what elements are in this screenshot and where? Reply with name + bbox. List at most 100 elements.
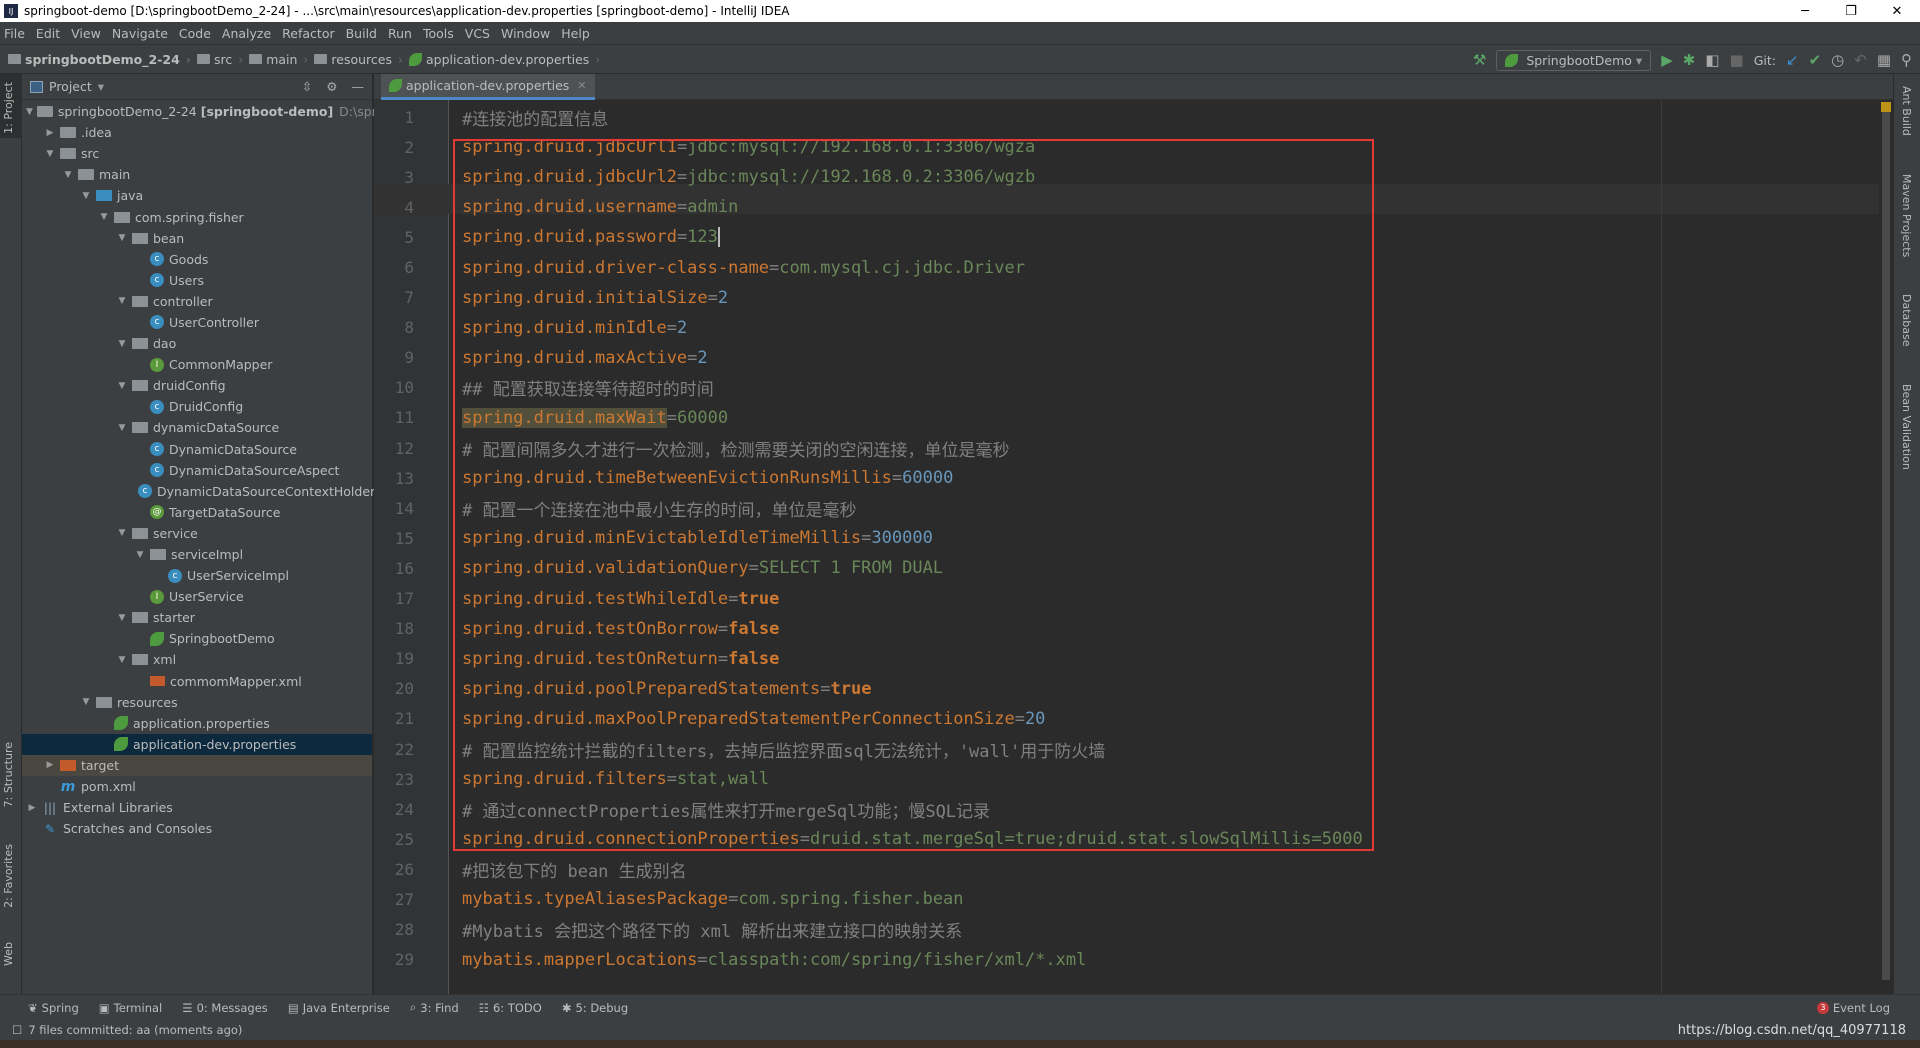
tree-item[interactable]: c Goods [22,249,372,270]
breadcrumb-main[interactable]: main › [249,52,308,67]
menu-navigate[interactable]: Navigate [112,26,168,41]
tree-item[interactable]: ▶ ||| External Libraries [22,797,372,818]
tree-item[interactable]: ✎ Scratches and Consoles [22,818,372,839]
build-hammer-icon[interactable]: ⚒ [1473,52,1486,68]
expand-arrow-icon[interactable]: ▼ [44,149,56,159]
maximize-button[interactable]: ❐ [1828,4,1874,19]
status-message[interactable]: 7 files committed: aa (moments ago) [28,1023,242,1037]
tree-item[interactable]: I CommonMapper [22,354,372,375]
tree-item[interactable]: ▼ com.spring.fisher [22,206,372,227]
code-line[interactable]: 5 spring.druid.password=123 [374,222,1893,252]
tree-item[interactable]: ▼ xml [22,649,372,670]
expand-arrow-icon[interactable]: ▼ [116,613,128,623]
tree-item[interactable]: commomMapper.xml [22,671,372,692]
close-button[interactable]: ✕ [1874,4,1920,19]
code-line[interactable]: 24 # 通过connectProperties属性来打开mergeSql功能；慢… [374,794,1893,824]
tree-item[interactable]: ▼ druidConfig [22,375,372,396]
tool--todo[interactable]: ☷ 6: TODO [479,1001,542,1015]
event-log-button[interactable]: 3 Event Log [1816,1001,1890,1015]
hide-icon[interactable]: — [352,79,365,94]
code-line[interactable]: 28 #Mybatis 会把这个路径下的 xml 解析出来建立接口的映射关系 [374,915,1893,945]
code-line[interactable]: 8 spring.druid.minIdle=2 [374,313,1893,343]
git-update-icon[interactable]: ↙ [1786,52,1799,68]
git-commit-icon[interactable]: ✔ [1809,52,1822,68]
expand-arrow-icon[interactable]: ▼ [116,655,128,665]
code-line[interactable]: 13 spring.druid.timeBetweenEvictionRunsMi… [374,463,1893,493]
tree-item[interactable]: c DynamicDataSource [22,439,372,460]
gear-icon[interactable]: ⚙ [326,79,337,94]
tree-item[interactable]: c UserServiceImpl [22,565,372,586]
menu-edit[interactable]: Edit [36,26,60,41]
chevron-down-icon[interactable]: ▾ [98,79,104,94]
expand-arrow-icon[interactable]: ▼ [62,170,74,180]
project-view-select[interactable]: Project [49,79,92,94]
breadcrumb-src[interactable]: src › [196,52,243,67]
expand-arrow-icon[interactable]: ▼ [26,107,33,117]
tab-application-dev-properties[interactable]: application-dev.properties ✕ [381,74,595,100]
tree-item[interactable]: m pom.xml [22,776,372,797]
expand-arrow-icon[interactable]: ▼ [116,233,128,243]
code-line[interactable]: 2 spring.druid.jdbcUrl1=jdbc:mysql://192.… [374,132,1893,162]
debug-icon[interactable]: ✱ [1683,52,1696,68]
tree-item[interactable]: ▼ controller [22,291,372,312]
tree-item[interactable]: ▼ serviceImpl [22,544,372,565]
warning-indicator-icon[interactable] [1881,102,1891,112]
code-line[interactable]: 18 spring.druid.testOnBorrow=false [374,614,1893,644]
tree-item[interactable]: c Users [22,270,372,291]
tool--debug[interactable]: ✱ 5: Debug [562,1001,628,1015]
code-line[interactable]: 19 spring.druid.testOnReturn=false [374,644,1893,674]
tree-item[interactable]: ▼ resources [22,692,372,713]
breadcrumb-file[interactable]: application-dev.properties › [409,52,600,67]
code-line[interactable]: 26 #把该包下的 bean 生成别名 [374,854,1893,884]
expand-arrow-icon[interactable]: ▶ [44,128,56,138]
expand-arrow-icon[interactable]: ▼ [116,423,128,433]
stop-icon[interactable]: ■ [1730,52,1744,68]
run-configuration-select[interactable]: SpringbootDemo ▾ [1496,49,1652,71]
expand-arrow-icon[interactable]: ▶ [26,803,38,813]
expand-arrow-icon[interactable]: ▶ [44,760,56,770]
web-tool-tab[interactable]: Web [2,942,15,966]
menu-analyze[interactable]: Analyze [222,26,271,41]
structure-tool-tab[interactable]: 7: Structure [2,742,15,807]
menu-code[interactable]: Code [179,26,211,41]
tool-spring[interactable]: ❦ Spring [28,1001,79,1015]
code-line[interactable]: 16 spring.druid.validationQuery=SELECT 1 … [374,553,1893,583]
expand-arrow-icon[interactable]: ▼ [116,528,128,538]
code-line[interactable]: 29 mybatis.mapperLocations=classpath:com/… [374,945,1893,975]
menu-window[interactable]: Window [501,26,550,41]
code-line[interactable]: 22 # 配置监控统计拦截的filters，去掉后监控界面sql无法统计，'wal… [374,734,1893,764]
tool-terminal[interactable]: ▣ Terminal [99,1001,162,1015]
maven-projects-tool-tab[interactable]: Maven Projects [1900,174,1913,257]
menu-run[interactable]: Run [388,26,412,41]
tree-item[interactable]: ▼ service [22,523,372,544]
project-structure-icon[interactable]: ▦ [1877,52,1891,68]
search-icon[interactable]: ⚲ [1901,52,1912,68]
code-line[interactable]: 1 #连接池的配置信息 [374,102,1893,132]
tree-item[interactable]: ▼ dao [22,333,372,354]
expand-arrow-icon[interactable]: ▼ [116,296,128,306]
menu-help[interactable]: Help [561,26,590,41]
code-line[interactable]: 7 spring.druid.initialSize=2 [374,283,1893,313]
expand-arrow-icon[interactable]: ▼ [80,697,92,707]
tree-item[interactable]: ▼ starter [22,607,372,628]
code-line[interactable]: 10 ## 配置获取连接等待超时的时间 [374,373,1893,403]
expand-arrow-icon[interactable]: ▼ [80,191,92,201]
tree-item[interactable]: application-dev.properties [22,733,372,755]
editor-scrollbar[interactable] [1879,100,1893,994]
code-line[interactable]: 3 spring.druid.jdbcUrl2=jdbc:mysql://192.… [374,162,1893,192]
tree-item[interactable]: ▼ main [22,164,372,185]
expand-arrow-icon[interactable]: ▼ [98,212,110,222]
code-line[interactable]: 9 spring.druid.maxActive=2 [374,343,1893,373]
scrollbar-thumb[interactable] [1882,110,1890,980]
code-line[interactable]: 12 # 配置间隔多久才进行一次检测，检测需要关闭的空闲连接，单位是毫秒 [374,433,1893,463]
tree-item[interactable]: ▼ dynamicDataSource [22,417,372,438]
menu-file[interactable]: File [4,26,25,41]
revert-icon[interactable]: ↶ [1854,52,1867,68]
bean-validation-tool-tab[interactable]: Bean Validation [1900,384,1913,470]
code-line[interactable]: 27 mybatis.typeAliasesPackage=com.spring.… [374,884,1893,914]
tool--messages[interactable]: ☰ 0: Messages [182,1001,268,1015]
code-line[interactable]: 20 spring.druid.poolPreparedStatements=tr… [374,674,1893,704]
code-line[interactable]: 11 spring.druid.maxWait=60000 [374,403,1893,433]
breadcrumb-project[interactable]: springbootDemo_2-24 › [8,52,191,67]
menu-build[interactable]: Build [346,26,377,41]
